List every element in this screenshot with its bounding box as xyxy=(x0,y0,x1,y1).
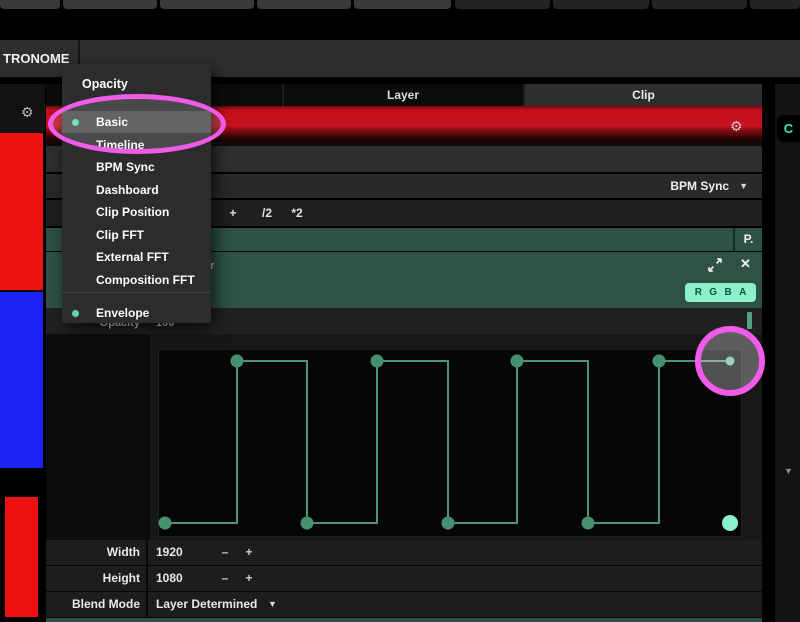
channel-r[interactable]: R xyxy=(695,287,702,298)
menu-item-composition-fft[interactable]: Composition FFT xyxy=(62,269,211,291)
tab-clip[interactable]: Clip xyxy=(525,84,762,106)
annotation-ellipse-basic xyxy=(48,94,226,154)
value-slider-handle[interactable] xyxy=(747,312,752,329)
menu-separator xyxy=(62,292,211,293)
menu-item-label: Dashboard xyxy=(96,179,159,201)
clip-thumbnail-red[interactable] xyxy=(0,133,43,290)
width-value[interactable]: 1920 xyxy=(156,540,183,565)
envelope-point[interactable] xyxy=(442,517,455,530)
double-button[interactable]: *2 xyxy=(291,200,302,226)
channel-g[interactable]: G xyxy=(709,287,717,298)
menu-item-label: Clip FFT xyxy=(96,224,144,246)
height-minus-button[interactable]: – xyxy=(222,566,229,591)
envelope-curve[interactable] xyxy=(150,333,762,541)
menu-item-label: Clip Position xyxy=(96,201,169,223)
menu-item-label: BPM Sync xyxy=(96,156,155,178)
envelope-point[interactable] xyxy=(371,355,384,368)
clip-deck-cell[interactable] xyxy=(257,0,351,9)
chevron-down-icon[interactable]: ▼ xyxy=(784,466,793,476)
width-minus-button[interactable]: – xyxy=(222,540,229,565)
expand-icon[interactable] xyxy=(708,258,722,272)
menu-item-external-fft[interactable]: External FFT xyxy=(62,246,211,268)
menu-item-clip-position[interactable]: Clip Position xyxy=(62,201,211,223)
clip-deck-cell[interactable] xyxy=(455,0,550,9)
envelope-point[interactable] xyxy=(653,355,666,368)
graph-left-margin xyxy=(46,334,150,540)
envelope-point[interactable] xyxy=(582,517,595,530)
envelope-point[interactable] xyxy=(159,517,172,530)
presets-button[interactable]: P. xyxy=(735,228,762,251)
height-value[interactable]: 1080 xyxy=(156,566,183,591)
row-divider xyxy=(146,566,148,591)
clip-thumbnail-red-2[interactable] xyxy=(5,497,38,617)
width-label: Width xyxy=(46,540,140,565)
menu-item-bpm-sync[interactable]: BPM Sync xyxy=(62,156,211,178)
clip-deck-cell[interactable] xyxy=(354,0,451,9)
blend-mode-value[interactable]: Layer Determined xyxy=(156,592,257,617)
menu-item-dashboard[interactable]: Dashboard xyxy=(62,179,211,201)
envelope-point[interactable] xyxy=(231,355,244,368)
blend-mode-label: Blend Mode xyxy=(46,592,140,617)
chevron-down-icon[interactable]: ▼ xyxy=(739,181,748,191)
clip-thumbnail-blue[interactable] xyxy=(0,292,43,468)
menu-item-clip-fft[interactable]: Clip FFT xyxy=(62,224,211,246)
clip-deck-cell[interactable] xyxy=(0,0,60,9)
composition-button[interactable]: C xyxy=(777,115,800,142)
row-divider xyxy=(146,592,148,617)
height-label: Height xyxy=(46,566,140,591)
height-row: Height 1080 – + xyxy=(46,566,762,592)
envelope-point[interactable] xyxy=(511,355,524,368)
add-point-button[interactable]: + xyxy=(229,200,236,226)
chevron-down-icon[interactable]: ▼ xyxy=(268,592,277,617)
blend-mode-row: Blend Mode Layer Determined ▼ xyxy=(46,592,762,618)
active-dot-icon xyxy=(72,310,79,317)
envelope-polyline xyxy=(165,361,730,523)
clip-deck-cell[interactable] xyxy=(160,0,254,9)
menu-header: Opacity xyxy=(82,77,128,91)
menu-item-envelope[interactable]: Envelope xyxy=(62,302,211,324)
width-plus-button[interactable]: + xyxy=(245,540,252,565)
row-divider xyxy=(146,540,148,565)
tab-layer[interactable]: Layer xyxy=(283,84,523,106)
channel-a[interactable]: A xyxy=(739,287,746,298)
sync-mode-value[interactable]: BPM Sync xyxy=(670,179,729,193)
halve-button[interactable]: /2 xyxy=(262,200,272,226)
height-plus-button[interactable]: + xyxy=(245,566,252,591)
width-row: Width 1920 – + xyxy=(46,540,762,566)
clip-deck-cell[interactable] xyxy=(652,0,747,9)
right-side-panel xyxy=(775,84,800,622)
close-icon[interactable]: ✕ xyxy=(740,256,751,272)
clip-deck-cell[interactable] xyxy=(750,0,800,9)
menu-item-label: Composition FFT xyxy=(96,269,195,291)
menu-item-label: External FFT xyxy=(96,246,169,268)
envelope-point[interactable] xyxy=(301,517,314,530)
channel-selector[interactable]: R G B A xyxy=(685,283,756,302)
menu-item-label: Envelope xyxy=(96,302,149,324)
slider-gear-icon[interactable]: ⚙ xyxy=(730,119,743,133)
bottom-accent-bar xyxy=(46,618,762,622)
metronome-tab[interactable]: TRONOME xyxy=(3,40,69,77)
channel-b[interactable]: B xyxy=(724,287,731,298)
clip-deck-cell[interactable] xyxy=(63,0,157,9)
clip-deck-cell[interactable] xyxy=(553,0,649,9)
annotation-circle-envelope-point xyxy=(695,326,765,396)
layer-gear-icon[interactable]: ⚙ xyxy=(21,105,34,119)
envelope-point-selected[interactable] xyxy=(722,515,738,531)
